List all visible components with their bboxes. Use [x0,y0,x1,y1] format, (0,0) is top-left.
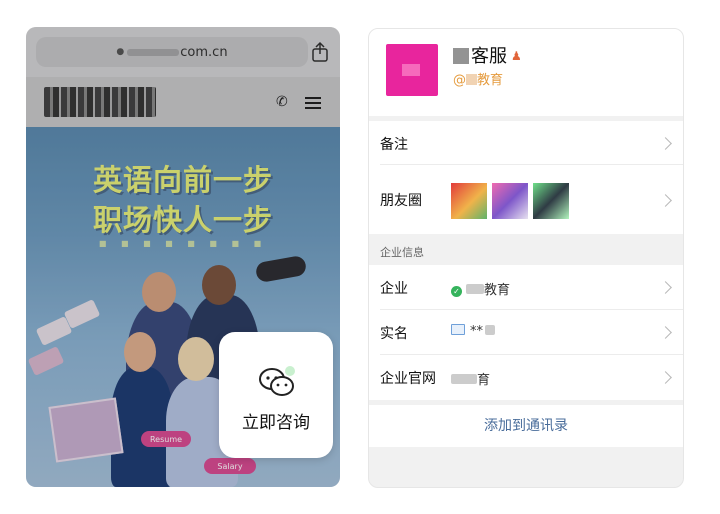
real-name-value-text: ** [470,324,483,339]
site-header: ✆ [26,77,340,127]
company-value: ✓ 教育 [451,279,510,298]
chevron-right-icon [659,326,672,339]
chevron-right-icon [659,371,672,384]
consult-label: 立即咨询 [242,413,310,433]
url-text: com.cn [180,44,228,60]
mobile-site-screenshot: ● com.cn ✆ 英语向前一步 职场快人一步 ■ ■ ■ ■ ■ ■ ■ ■ [26,27,340,487]
person-badge-icon: ♟ [511,49,522,63]
contact-name: 客服 ♟ [453,42,522,68]
contact-handle: @ 教育 [453,69,503,88]
salary-tag: Salary [204,458,256,474]
url-field[interactable]: ● com.cn [36,37,308,67]
wechat-icon [259,366,295,396]
moments-label: 朋友圈 [380,193,422,209]
person-head [142,272,176,312]
chevron-right-icon [659,137,672,150]
speech-bubble-icon [63,299,101,329]
consult-button[interactable]: 立即咨询 [219,332,333,458]
handle-suffix: 教育 [477,73,504,88]
site-logo[interactable] [44,87,156,117]
menu-icon[interactable] [305,97,321,109]
moments-thumbnail[interactable] [451,183,487,219]
person-figure [111,367,173,487]
remark-row[interactable]: 备注 [369,121,683,165]
lock-icon: ● [116,47,125,57]
real-name-blurred [485,325,495,335]
banner-title-line2: 职场快人一步 [92,203,273,237]
contact-card-screenshot: 客服 ♟ @ 教育 备注 朋友圈 企业信息 企业 ✓ 教育 实名 ** 企业官网 [368,28,684,488]
section-header: 企业信息 [369,234,683,265]
browser-address-bar: ● com.cn [26,27,340,77]
url-blurred-domain [127,48,180,56]
company-blurred [466,284,484,294]
speech-bubble-icon [27,346,65,376]
person-head [124,332,156,372]
website-value: 育 [451,369,490,388]
company-label: 企业 [380,281,408,297]
photo-frame [48,397,124,463]
share-icon[interactable] [310,41,330,63]
website-blurred [451,374,477,384]
add-to-contacts-button[interactable]: 添加到通讯录 [369,405,683,447]
id-card-icon [451,324,465,335]
person-head [202,265,236,305]
website-value-text: 育 [477,373,491,388]
name-blurred [453,48,469,64]
banner-subtitle-blurred: ■ ■ ■ ■ ■ ■ ■ ■ [98,239,268,248]
website-row[interactable]: 企业官网 育 [369,355,683,400]
microphone-icon [254,254,308,284]
resume-tag: Resume [141,431,191,447]
verified-shield-icon: ✓ [451,286,462,297]
handle-prefix: @ [453,73,466,88]
website-label: 企业官网 [380,371,436,387]
person-head [178,337,214,381]
remark-label: 备注 [380,137,408,153]
chevron-right-icon [659,194,672,207]
real-name-label: 实名 [380,326,408,342]
handle-blurred [466,74,477,85]
company-value-text: 教育 [484,283,511,298]
contact-profile: 客服 ♟ @ 教育 [369,29,683,116]
real-name-value: ** [451,324,495,339]
chevron-right-icon [659,281,672,294]
banner-title-line1: 英语向前一步 [92,163,273,197]
moments-thumbnail[interactable] [533,183,569,219]
real-name-row[interactable]: 实名 ** [369,310,683,355]
section-title: 企业信息 [380,246,424,259]
company-row[interactable]: 企业 ✓ 教育 [369,265,683,310]
phone-icon[interactable]: ✆ [276,94,288,110]
avatar[interactable] [386,44,438,96]
moments-thumbnail[interactable] [492,183,528,219]
contact-name-text: 客服 [471,46,507,67]
